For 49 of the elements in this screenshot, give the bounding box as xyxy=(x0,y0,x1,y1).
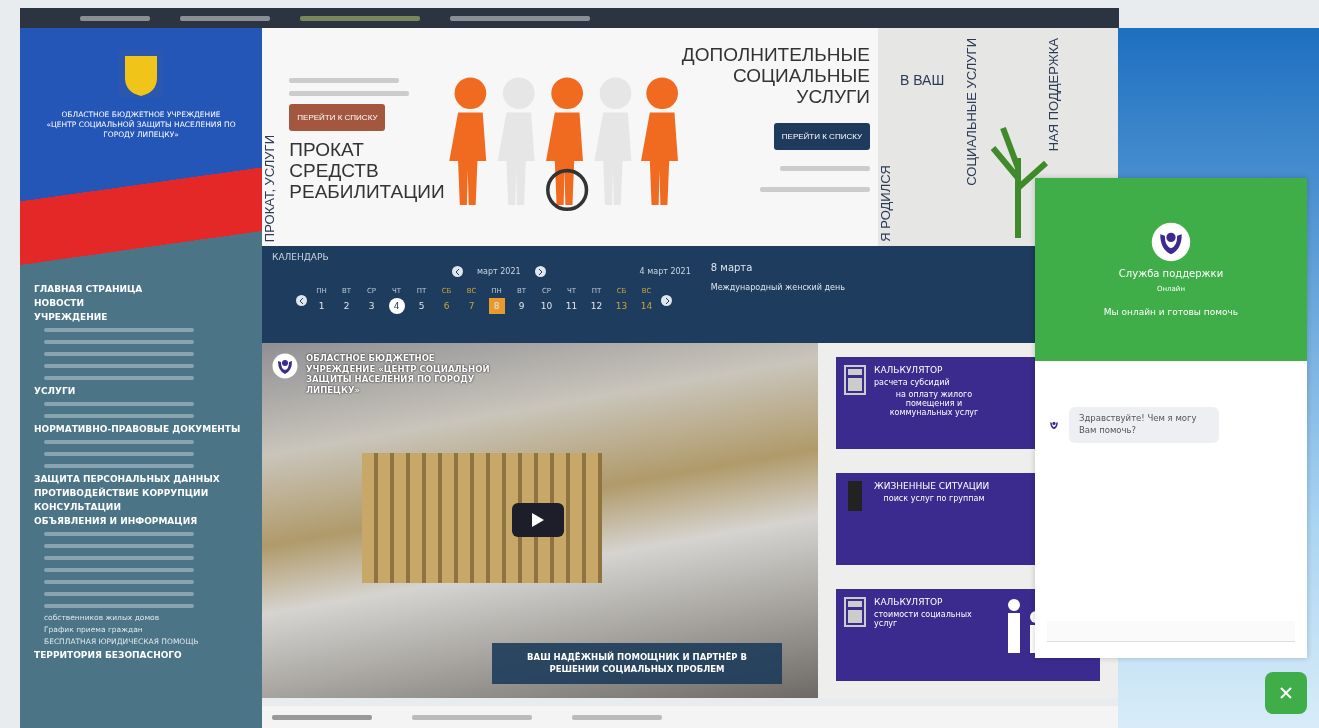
event-name: Международный женский день xyxy=(710,283,845,292)
calendar-day[interactable]: 1 xyxy=(313,298,330,314)
menu-item[interactable]: НОРМАТИВНО-ПРАВОВЫЕ ДОКУМЕНТЫ xyxy=(34,423,248,435)
banner-heading: В ВАШ xyxy=(900,71,945,90)
calendar-day[interactable]: 5 xyxy=(413,298,430,314)
calendar-day[interactable]: 10 xyxy=(538,298,555,314)
go-to-list-button[interactable]: ПЕРЕЙТИ К СПИСКУ xyxy=(773,123,870,150)
banner-title: ПРОКАТ СРЕДСТВ РЕАБИЛИТАЦИИ xyxy=(289,139,445,202)
video-title: ОБЛАСТНОЕ БЮДЖЕТНОЕ УЧРЕЖДЕНИЕ «ЦЕНТР СОЦИАЛЬНОЙ ЗАЩИТЫ НАСЕЛЕНИЯ ПО ГОРОДУ ЛИПЕЦКУ» xyxy=(306,353,491,396)
menu-item[interactable]: ОБЪЯВЛЕНИЯ И ИНФОРМАЦИЯ xyxy=(34,515,248,527)
card-title: ЖИЗНЕННЫЕ СИТУАЦИИ xyxy=(874,481,991,491)
event-date: 8 марта xyxy=(710,262,754,273)
calendar-day[interactable]: 12 xyxy=(588,298,605,314)
calendar-day[interactable]: 3 xyxy=(363,298,380,314)
calendar-day[interactable]: 14 xyxy=(638,298,655,314)
go-to-list-button[interactable]: ПЕРЕЙТИ К СПИСКУ xyxy=(289,104,386,131)
chat-tagline: Мы онлайн и готовы помочь xyxy=(1103,307,1239,317)
calendar-day[interactable]: 7 xyxy=(463,298,480,314)
banner-side-label: ПРОКАТ, УСЛУГИ xyxy=(262,134,277,242)
menu-item[interactable]: ПРОТИВОДЕЙСТВИЕ КОРРУПЦИИ xyxy=(34,487,248,499)
menu-item[interactable]: ГЛАВНАЯ СТРАНИЦА xyxy=(34,283,248,295)
banner-side-label: Я РОДИЛСЯ xyxy=(878,165,893,242)
calendar-day[interactable]: 6 xyxy=(438,298,455,314)
calendar-month: март 2021 xyxy=(477,267,521,276)
menu-item[interactable]: КОНСУЛЬТАЦИИ xyxy=(34,501,248,513)
calendar-day[interactable]: 4 xyxy=(388,298,405,314)
banner-side-label: СОЦИАЛЬНЫЕ УСЛУГИ xyxy=(964,38,980,186)
card-subtitle: расчета субсидий xyxy=(874,378,951,387)
banner-side-label: НАЯ ПОДДЕРЖКА xyxy=(1046,38,1062,152)
card-title: КАЛЬКУЛЯТОР xyxy=(874,365,944,375)
card-title: КАЛЬКУЛЯТОР xyxy=(874,597,944,607)
calendar-day[interactable]: 9 xyxy=(513,298,530,314)
menu-item[interactable]: УЧРЕЖДЕНИЕ xyxy=(34,311,248,323)
calendar-day[interactable]: 2 xyxy=(338,298,355,314)
menu-item[interactable]: НОВОСТИ xyxy=(34,297,248,309)
calendar-date: 4 март 2021 xyxy=(639,267,691,276)
calendar-day[interactable]: 13 xyxy=(613,298,630,314)
card-text: поиск услуг по группам xyxy=(882,494,986,503)
card-subtitle: стоимости социальных услуг xyxy=(874,610,973,628)
chat-message: Здравствуйте! Чем я могу Вам помочь? xyxy=(1069,407,1219,443)
calendar-day[interactable]: 11 xyxy=(563,298,580,314)
video-caption: ВАШ НАДЁЖНЫЙ ПОМОЩНИК И ПАРТНЁР В РЕШЕНИИ СОЦИАЛЬНЫХ ПРОБЛЕМ xyxy=(492,642,782,684)
menu-item[interactable]: ЗАЩИТА ПЕРСОНАЛЬНЫХ ДАННЫХ xyxy=(34,473,248,485)
chat-title: Служба поддержки xyxy=(1118,268,1224,279)
menu-item[interactable]: ТЕРРИТОРИЯ БЕЗОПАСНОГО xyxy=(34,649,248,661)
card-text: на оплату жилого помещения и коммунальных услуг xyxy=(888,390,980,417)
calendar-title: КАЛЕНДАРЬ xyxy=(272,252,330,262)
banner-title: ДОПОЛНИТЕЛЬНЫЕ СОЦИАЛЬНЫЕ УСЛУГИ xyxy=(681,44,870,107)
menu-item[interactable]: УСЛУГИ xyxy=(34,385,248,397)
